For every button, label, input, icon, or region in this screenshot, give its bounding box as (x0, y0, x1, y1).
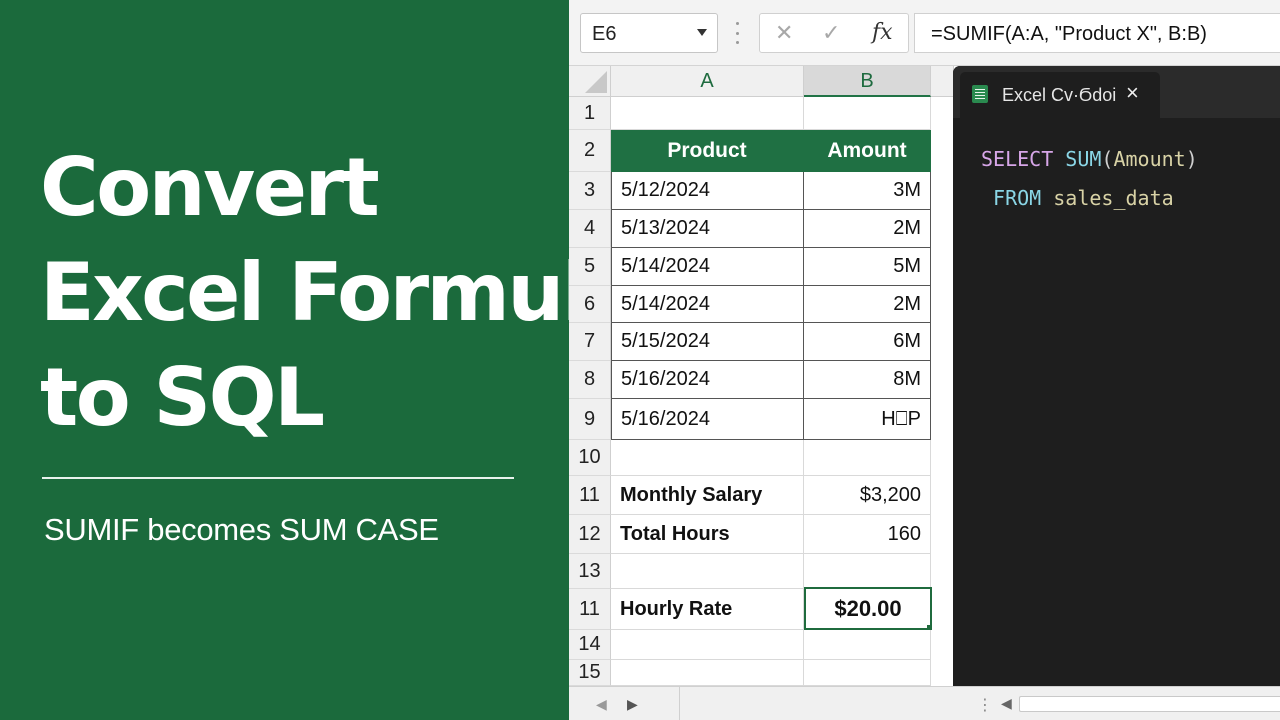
cell-a13[interactable] (611, 554, 804, 589)
chevron-down-icon[interactable] (697, 29, 707, 36)
excel-window: E6 ✕ ✓ fx =SUMIF(A:A, "Product X", B:B) … (569, 0, 1280, 720)
close-icon[interactable]: × (1126, 81, 1139, 105)
promo-subtitle: SUMIF becomes SUM CASE (44, 512, 439, 547)
formula-buttons: ✕ ✓ fx (759, 13, 909, 53)
sql-keyword-select: SELECT (981, 147, 1054, 171)
sql-paren-close: ) (1185, 147, 1198, 171)
sheet-tab-bar: ◀ ▶ ⋮ ◀ (569, 686, 1280, 720)
sql-table-name: sales_data (1053, 186, 1174, 210)
cell-a15[interactable] (611, 660, 804, 686)
cell-b10[interactable] (804, 440, 931, 476)
row-header[interactable]: 12 (569, 515, 611, 554)
promo-title-line-3: to SQL (40, 351, 325, 444)
table-cell-amount[interactable]: 2M (804, 210, 931, 248)
formula-text: =SUMIF(A:A, "Product X", B:B) (931, 23, 1207, 45)
total-hours-label[interactable]: Total Hours (611, 515, 804, 554)
table-header-product[interactable]: Product (611, 130, 804, 172)
table-cell-product[interactable]: 5/15/2024 (611, 323, 804, 361)
row-header[interactable]: 2 (569, 130, 611, 172)
formula-bar: E6 ✕ ✓ fx =SUMIF(A:A, "Product X", B:B) (569, 0, 1280, 66)
insert-function-icon[interactable]: fx (872, 20, 893, 45)
cell-b15[interactable] (804, 660, 931, 686)
hourly-rate-label[interactable]: Hourly Rate (611, 589, 804, 630)
table-cell-amount[interactable]: 6M (804, 323, 931, 361)
scroll-left-icon[interactable]: ◀ (1001, 695, 1012, 712)
sql-keyword-from: FROM (993, 186, 1042, 210)
row-header[interactable]: 10 (569, 440, 611, 476)
spreadsheet-file-icon (972, 85, 988, 103)
table-cell-product[interactable]: 5/13/2024 (611, 210, 804, 248)
table-cell-product[interactable]: 5/16/2024 (611, 361, 804, 399)
editor-tab-bar: Excel Cv·Ϭdoi × (953, 66, 1280, 118)
promo-divider (42, 477, 514, 479)
table-cell-amount[interactable]: 5M (804, 248, 931, 286)
row-header[interactable]: 1 (569, 97, 611, 130)
monthly-salary-label[interactable]: Monthly Salary (611, 476, 804, 515)
monthly-salary-value[interactable]: $3,200 (804, 476, 931, 515)
cell-a10[interactable] (611, 440, 804, 476)
formula-bar-resize-handle[interactable] (735, 22, 739, 44)
spreadsheet-grid: A B 1 2 3 4 5 6 7 8 9 10 11 12 13 11 14 … (569, 66, 954, 686)
editor-tab[interactable]: Excel Cv·Ϭdoi × (960, 72, 1160, 118)
sql-paren-open: ( (1101, 147, 1114, 171)
row-header[interactable]: 5 (569, 248, 611, 286)
table-cell-amount[interactable]: 3M (804, 172, 931, 210)
promo-title: Convert Excel Formulas to SQL (40, 135, 686, 450)
cell-a1[interactable] (611, 97, 804, 130)
promo-panel: Convert Excel Formulas to SQL SUMIF beco… (0, 0, 686, 720)
row-header[interactable]: 6 (569, 286, 611, 323)
sql-column-amount: Amount (1113, 147, 1186, 171)
table-cell-product[interactable]: 5/12/2024 (611, 172, 804, 210)
name-box[interactable]: E6 (580, 13, 718, 53)
column-header-a[interactable]: A (611, 66, 804, 97)
row-header[interactable]: 3 (569, 172, 611, 210)
tab-bar-divider (679, 687, 680, 720)
sql-code[interactable]: SELECT SUM(Amount) FROM sales_data (981, 140, 1198, 218)
promo-title-line-2: Excel Formulas (40, 246, 686, 339)
more-options-icon[interactable]: ⋮ (977, 695, 993, 715)
cell-b14[interactable] (804, 630, 931, 660)
formula-input[interactable]: =SUMIF(A:A, "Product X", B:B) (914, 13, 1280, 53)
table-cell-product[interactable]: 5/14/2024 (611, 286, 804, 323)
column-header-b[interactable]: B (804, 66, 931, 97)
next-sheet-icon[interactable]: ▶ (627, 696, 638, 713)
row-header[interactable]: 9 (569, 399, 611, 440)
cell-b1[interactable] (804, 97, 931, 130)
table-cell-product[interactable]: 5/16/2024 (611, 399, 804, 440)
hourly-rate-value-selected-cell[interactable]: $20.00 (804, 587, 932, 630)
enter-icon[interactable]: ✓ (822, 20, 840, 46)
column-header-c[interactable] (931, 66, 954, 97)
row-header[interactable]: 8 (569, 361, 611, 399)
cancel-icon[interactable]: ✕ (775, 20, 793, 46)
horizontal-scrollbar[interactable] (1019, 696, 1280, 712)
name-box-value: E6 (592, 23, 617, 45)
total-hours-value[interactable]: 160 (804, 515, 931, 554)
editor-tab-label: Excel Cv·Ϭdoi (1002, 85, 1117, 105)
row-header[interactable]: 15 (569, 660, 611, 686)
row-header[interactable]: 4 (569, 210, 611, 248)
table-header-amount[interactable]: Amount (804, 130, 931, 172)
previous-sheet-icon[interactable]: ◀ (596, 696, 607, 713)
sql-editor-panel: Excel Cv·Ϭdoi × SELECT SUM(Amount) FROM … (953, 66, 1280, 686)
sql-function-sum: SUM (1065, 147, 1102, 171)
table-cell-product[interactable]: 5/14/2024 (611, 248, 804, 286)
table-cell-amount[interactable]: 2M (804, 286, 931, 323)
row-header[interactable]: 11 (569, 476, 611, 515)
row-header[interactable]: 13 (569, 554, 611, 589)
row-header[interactable]: 11 (569, 589, 611, 630)
table-cell-amount[interactable]: H⎕P (804, 399, 931, 440)
row-header[interactable]: 7 (569, 323, 611, 361)
cell-b13[interactable] (804, 554, 931, 589)
row-header[interactable]: 14 (569, 630, 611, 660)
table-cell-amount[interactable]: 8M (804, 361, 931, 399)
select-all-corner[interactable] (569, 66, 611, 97)
cell-a14[interactable] (611, 630, 804, 660)
promo-title-line-1: Convert (40, 141, 380, 234)
